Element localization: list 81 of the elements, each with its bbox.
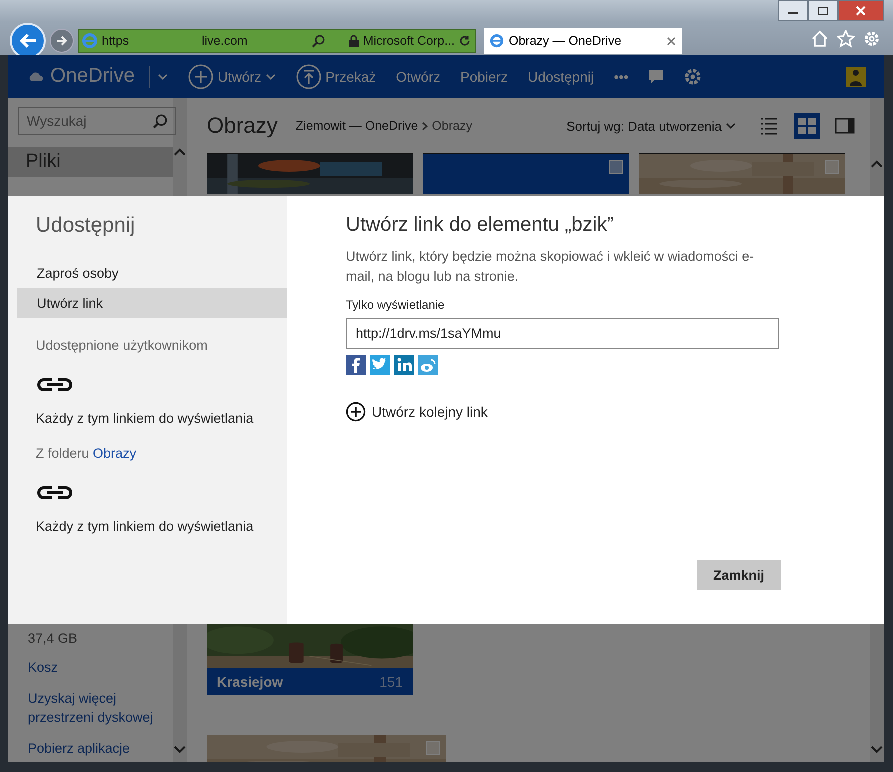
toolbar-command[interactable]: Pobierz [460,68,508,84]
tab-title: Obrazy — OneDrive [509,34,623,48]
link-icon [36,377,74,393]
chevron-down-icon [266,74,276,80]
star-icon[interactable] [837,30,855,48]
search-field[interactable]: Wyszukaj [18,107,176,135]
permission-text: Każdy z tym linkiem do wyświetlania [35,411,255,426]
plus-icon [188,64,214,90]
sidebar-link[interactable]: Uzyskaj więcej przestrzeni dyskowej [28,689,173,727]
album-tile[interactable]: Krasiejow 151 [207,622,413,695]
page-title: Obrazy [207,113,278,139]
settings-icon[interactable] [682,66,703,86]
chevron-down-icon [158,74,168,80]
arrow-left-icon [19,33,37,49]
folder-tile[interactable] [423,153,629,194]
storage-text: 37,4 GB [28,631,79,646]
close-button[interactable] [838,0,884,21]
sort-dropdown[interactable]: Sortuj wg: Data utworzenia [566,118,736,134]
toolbar-command[interactable]: Udostępnij [528,68,594,84]
link-field[interactable]: http://1drv.ms/1saYMmu [346,318,779,349]
browser-tab[interactable]: Obrazy — OneDrive [484,28,682,54]
twitter-icon[interactable] [370,355,390,375]
close-button[interactable]: Zamknij [697,560,781,590]
dialog-menu-item[interactable]: Zaproś osoby [17,258,287,288]
more-button[interactable]: ••• [614,68,629,84]
facebook-icon[interactable] [346,355,366,375]
browser-logo-icon [82,33,98,49]
grid-view-icon[interactable] [794,113,820,139]
arrow-right-icon [56,36,68,46]
address-scheme: https [102,34,130,48]
dialog-description: Utwórz link, który będzie można skopiować i wkleić w wiadomości e-mail, na blogu lub na stronie. [346,248,756,286]
maximize-icon [818,6,828,14]
toolbar-command[interactable]: Utwórz [188,64,276,90]
scroll-up-icon[interactable] [871,160,883,168]
album-count: 151 [380,674,403,690]
sidebar-link[interactable]: Pobierz aplikacje [28,739,173,758]
scroll-down-icon[interactable] [174,746,186,754]
permission-text: Każdy z tym linkiem do wyświetlania [35,519,255,534]
app-menu-button[interactable] [149,66,168,88]
upload-icon [296,64,322,90]
toolbar-command[interactable]: Otwórz [396,68,440,84]
chevron-down-icon [726,123,736,129]
toolbar-command[interactable]: Przekaż [296,64,376,90]
close-icon [856,6,866,16]
feedback-icon[interactable] [646,68,665,86]
browser-logo-icon [490,34,504,48]
minimize-button[interactable] [778,0,808,21]
search-icon[interactable] [153,114,168,129]
sidebar-link[interactable]: Kosz [28,658,173,677]
album-name: Krasiejow [217,674,284,690]
eye-logo-icon[interactable] [418,355,438,375]
field-label: Tylko wyświetlanie [346,298,446,312]
close-icon[interactable] [667,36,676,46]
app-logo[interactable]: OneDrive [50,65,135,88]
address-bar[interactable]: https live.com Microsoft Corp... [78,29,476,53]
nav-item[interactable]: Pliki [8,147,173,177]
dialog-heading: Utwórz link do elementu „bzik” [346,214,615,237]
folder-link[interactable]: Obrazy [93,446,137,461]
forward-button[interactable] [50,29,74,53]
create-link-button[interactable]: Utwórz kolejny link [346,402,488,422]
settings-icon[interactable] [863,30,881,48]
scroll-down-icon[interactable] [871,746,883,754]
lock-icon[interactable] [349,35,360,47]
breadcrumb-link[interactable]: Obrazy [432,119,472,133]
dialog-menu-item[interactable]: Utwórz link [17,288,287,318]
certificate-owner: Microsoft Corp... [363,34,455,48]
maximize-button[interactable] [808,0,838,21]
section-heading: Udostępnione użytkownikom [35,338,209,353]
linkedin-icon[interactable] [394,355,414,375]
avatar[interactable] [846,66,866,86]
plus-icon [346,402,366,422]
section-heading: Z folderu Obrazy [35,446,138,461]
dialog-title: Udostępnij [35,214,136,238]
link-icon [36,485,74,501]
breadcrumb-link[interactable]: Ziemowit — OneDrive [296,119,418,133]
scroll-up-icon[interactable] [174,148,186,156]
search-icon[interactable] [312,34,326,48]
address-domain: live.com [202,34,249,48]
home-icon[interactable] [811,30,829,48]
chevron-right-icon [422,122,428,130]
refresh-icon[interactable] [459,35,471,47]
